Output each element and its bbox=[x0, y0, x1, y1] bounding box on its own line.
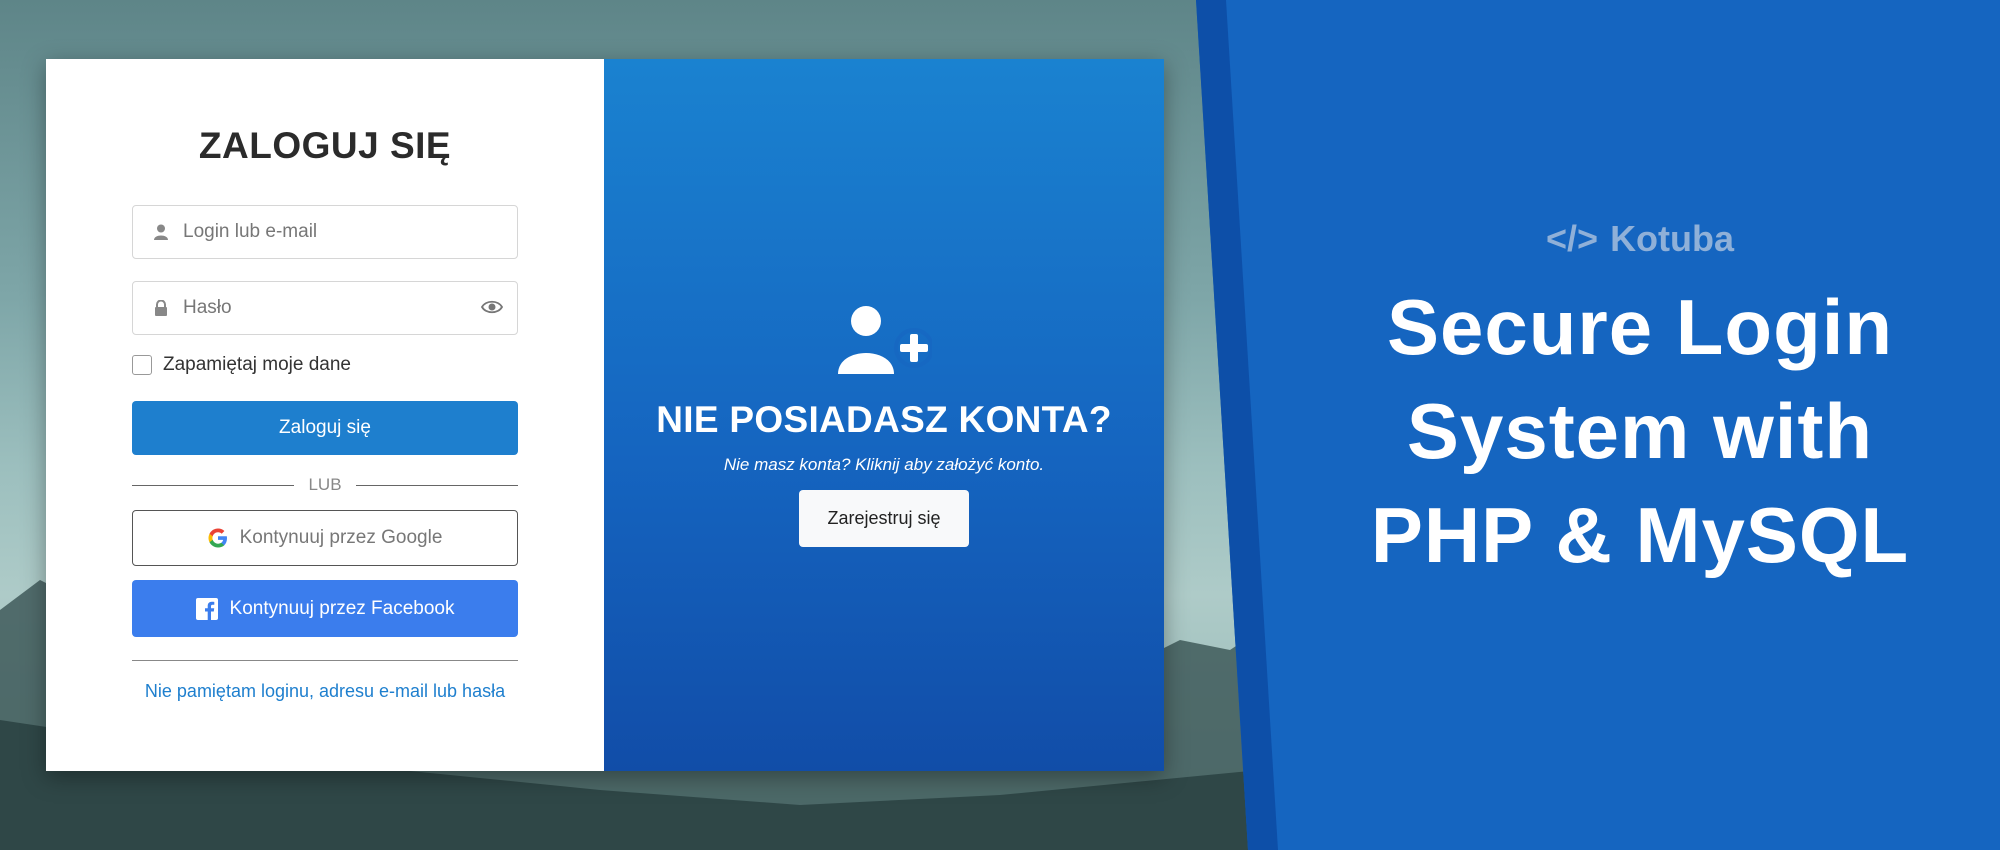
headline-line-2: System with bbox=[1406, 387, 1874, 475]
forgot-credentials-link[interactable]: Nie pamiętam loginu, adresu e-mail lub h… bbox=[132, 681, 518, 702]
add-user-icon bbox=[836, 304, 934, 381]
signup-subtitle: Nie masz konta? Kliknij aby założyć kont… bbox=[723, 455, 1045, 474]
divider-line-left bbox=[132, 484, 295, 486]
facebook-label: Kontynuuj przez Facebook bbox=[229, 597, 455, 619]
login-button[interactable]: Zaloguj się bbox=[132, 401, 518, 455]
promo-headline: Secure Login System with PHP & MySQL bbox=[1340, 275, 1940, 587]
signup-title: NIE POSIADASZ KONTA? bbox=[656, 399, 1112, 440]
bottom-divider bbox=[132, 660, 518, 661]
password-field[interactable] bbox=[132, 281, 518, 335]
facebook-icon bbox=[195, 597, 218, 620]
register-button[interactable]: Zarejestruj się bbox=[799, 490, 969, 547]
google-icon bbox=[208, 528, 228, 548]
facebook-login-button[interactable]: Kontynuuj przez Facebook bbox=[132, 580, 518, 637]
google-login-button[interactable]: Kontynuuj przez Google bbox=[132, 510, 518, 566]
code-icon: </> bbox=[1546, 218, 1599, 259]
username-input[interactable] bbox=[181, 220, 465, 244]
remember-me[interactable]: Zapamiętaj moje dane bbox=[132, 354, 351, 376]
user-icon bbox=[151, 224, 171, 240]
brand-logo: </> Kotuba bbox=[1546, 218, 1734, 260]
headline-line-1: Secure Login bbox=[1386, 283, 1894, 371]
remember-label: Zapamiętaj moje dane bbox=[163, 354, 351, 375]
password-input[interactable] bbox=[181, 296, 465, 320]
auth-card: ZALOGUJ SIĘ Zapamiętaj moje dane Zaloguj… bbox=[46, 59, 1164, 771]
login-title: ZALOGUJ SIĘ bbox=[198, 125, 452, 166]
eye-icon[interactable] bbox=[480, 299, 504, 320]
remember-checkbox[interactable] bbox=[132, 355, 152, 375]
signup-panel: NIE POSIADASZ KONTA? Nie masz konta? Kli… bbox=[604, 59, 1164, 771]
lock-icon bbox=[151, 300, 171, 316]
google-label: Kontynuuj przez Google bbox=[239, 527, 443, 548]
login-panel: ZALOGUJ SIĘ Zapamiętaj moje dane Zaloguj… bbox=[46, 59, 604, 771]
username-field[interactable] bbox=[132, 205, 518, 259]
headline-line-3: PHP & MySQL bbox=[1370, 491, 1910, 579]
divider-line-right bbox=[355, 484, 519, 486]
brand-name: Kotuba bbox=[1610, 218, 1735, 259]
divider-text: LUB bbox=[308, 475, 342, 494]
or-divider: LUB bbox=[132, 475, 519, 495]
